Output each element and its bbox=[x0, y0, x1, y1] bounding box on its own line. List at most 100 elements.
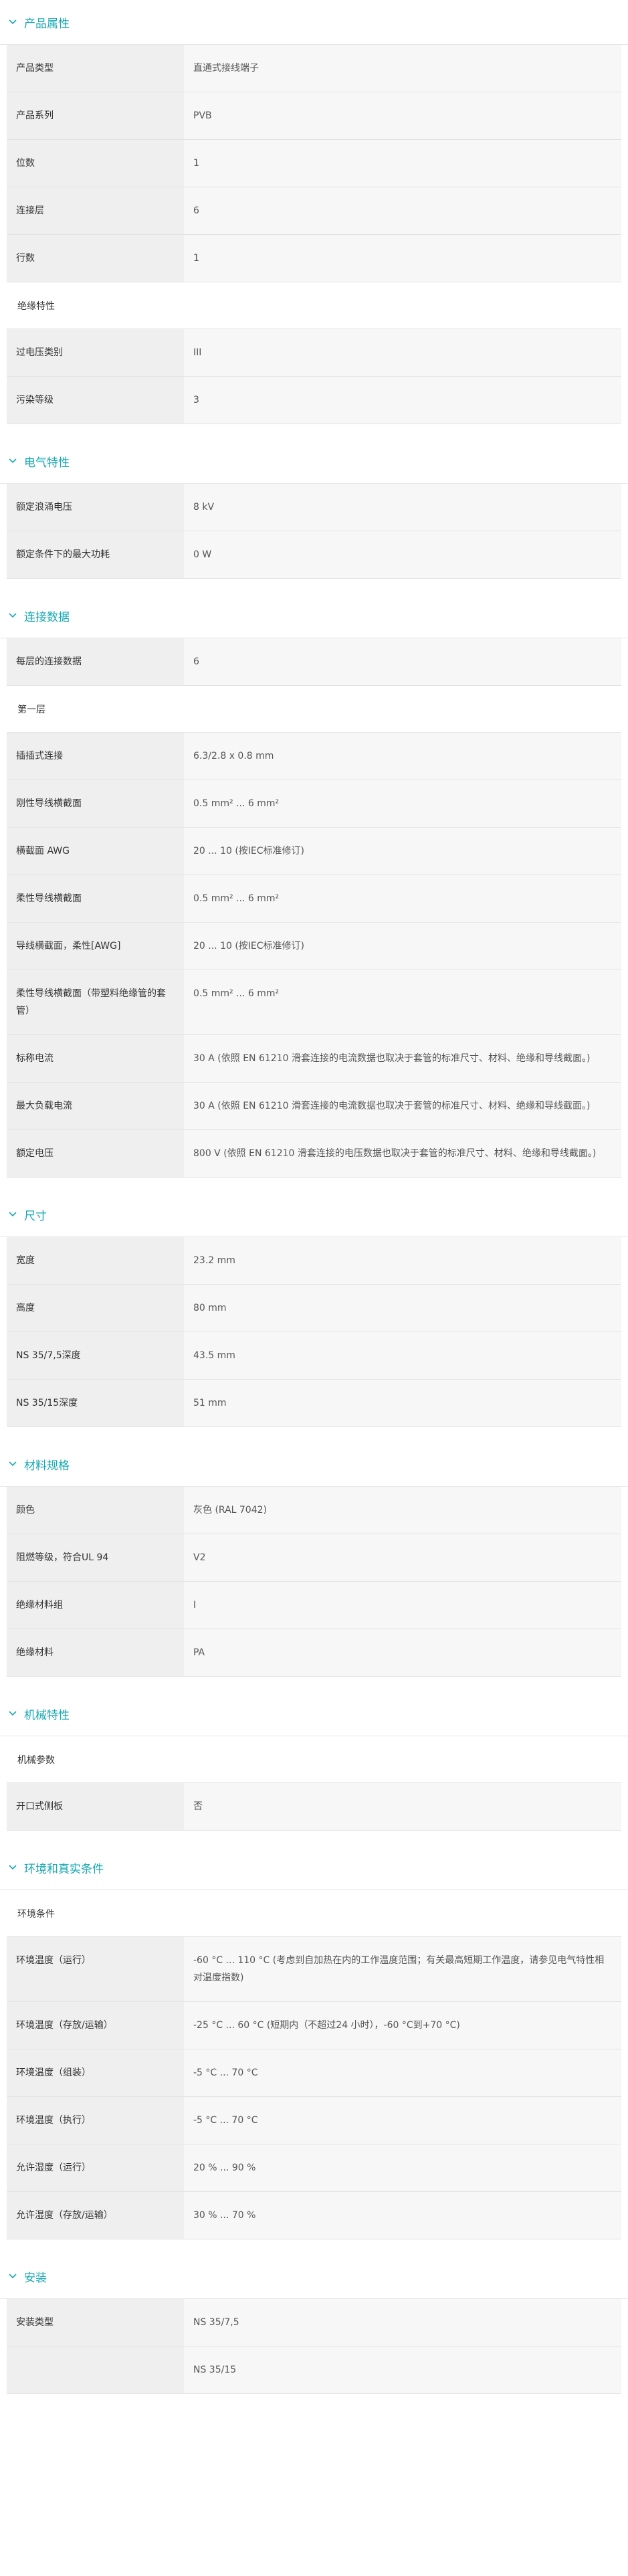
spec-row: 绝缘材料 PA bbox=[7, 1629, 621, 1677]
spec-value: 0.5 mm² ... 6 mm² bbox=[184, 970, 621, 1034]
spec-row: 颜色 灰色 (RAL 7042) bbox=[7, 1487, 621, 1534]
spec-row: 插插式连接 6.3/2.8 x 0.8 mm bbox=[7, 733, 621, 780]
spec-value: 0 W bbox=[184, 531, 621, 578]
subsection-heading: 第一层 bbox=[7, 686, 621, 733]
spec-row: 额定电压 800 V (依照 EN 61210 滑套连接的电压数据也取决于套管的标… bbox=[7, 1130, 621, 1178]
spec-value: 0.5 mm² ... 6 mm² bbox=[184, 780, 621, 827]
spec-value: PVB bbox=[184, 92, 621, 139]
spec-row: 导线横截面，柔性[AWG] 20 ... 10 (按IEC标准修订) bbox=[7, 923, 621, 970]
chevron-down-icon bbox=[7, 1708, 19, 1720]
spec-value: 30 A (依照 EN 61210 滑套连接的电流数据也取决于套管的标准尺寸、材… bbox=[184, 1083, 621, 1129]
spec-label: 每层的连接数据 bbox=[7, 638, 184, 685]
spec-row: 最大负载电流 30 A (依照 EN 61210 滑套连接的电流数据也取决于套管的… bbox=[7, 1083, 621, 1130]
spec-value: I bbox=[184, 1582, 621, 1629]
spec-label: 宽度 bbox=[7, 1237, 184, 1284]
section-header[interactable]: 连接数据 bbox=[0, 593, 628, 638]
spec-label: 柔性导线横截面 bbox=[7, 875, 184, 922]
spec-label: 产品类型 bbox=[7, 45, 184, 92]
spec-label: 环境温度（运行） bbox=[7, 1937, 184, 2001]
spec-value: 80 mm bbox=[184, 1285, 621, 1331]
spec-value: 20 ... 10 (按IEC标准修订) bbox=[184, 923, 621, 970]
spec-value: -60 °C ... 110 °C (考虑到自加热在内的工作温度范围；有关最高短… bbox=[184, 1937, 621, 2001]
section-body: 产品类型 直通式接线端子 产品系列 PVB 位数 1 连接层 6 行数 1 绝缘特性 过电压类别 III… bbox=[0, 45, 628, 424]
spec-label: 产品系列 bbox=[7, 92, 184, 139]
spec-value: 否 bbox=[184, 1783, 621, 1830]
spec-row: 环境温度（组装） -5 °C ... 70 °C bbox=[7, 2049, 621, 2097]
spec-row: 刚性导线横截面 0.5 mm² ... 6 mm² bbox=[7, 780, 621, 828]
section-title: 安装 bbox=[24, 2271, 47, 2285]
section-title: 产品属性 bbox=[24, 17, 70, 31]
spec-value: V2 bbox=[184, 1534, 621, 1581]
spec-row: 位数 1 bbox=[7, 140, 621, 187]
spec-label: 环境温度（执行） bbox=[7, 2097, 184, 2144]
spec-value: 灰色 (RAL 7042) bbox=[184, 1487, 621, 1534]
spec-label: 允许湿度（存放/运输） bbox=[7, 2192, 184, 2239]
subsection-heading: 机械参数 bbox=[7, 1736, 621, 1783]
spec-value: 3 bbox=[184, 377, 621, 424]
section-body: 安装类型 NS 35/7,5 NS 35/15 bbox=[0, 2299, 628, 2394]
spec-row: 污染等级 3 bbox=[7, 377, 621, 424]
spec-label: 插插式连接 bbox=[7, 733, 184, 779]
section-header[interactable]: 环境和真实条件 bbox=[0, 1845, 628, 1890]
spec-label: 连接层 bbox=[7, 187, 184, 234]
spec-value: PA bbox=[184, 1629, 621, 1676]
spec-value: NS 35/7,5 bbox=[184, 2299, 621, 2346]
spec-label: 额定浪涌电压 bbox=[7, 484, 184, 531]
section-body: 每层的连接数据 6 第一层 插插式连接 6.3/2.8 x 0.8 mm 刚性导线横截面 0… bbox=[0, 638, 628, 1178]
spec-row: 绝缘材料组 I bbox=[7, 1582, 621, 1629]
spec-row: 阻燃等级，符合UL 94 V2 bbox=[7, 1534, 621, 1582]
section-body: 机械参数 开口式侧板否 bbox=[0, 1736, 628, 1831]
spec-label: 安装类型 bbox=[7, 2299, 184, 2346]
spec-row: 行数 1 bbox=[7, 235, 621, 282]
spec-page: 产品属性产品类型 直通式接线端子 产品系列 PVB 位数 1 连接层 6 行数 1 绝缘特性 过电压类… bbox=[0, 0, 628, 2409]
section-header[interactable]: 材料规格 bbox=[0, 1442, 628, 1487]
spec-label: 标称电流 bbox=[7, 1035, 184, 1082]
section-header[interactable]: 尺寸 bbox=[0, 1192, 628, 1237]
spec-row: 环境温度（执行） -5 °C ... 70 °C bbox=[7, 2097, 621, 2144]
spec-label: 额定电压 bbox=[7, 1130, 184, 1177]
chevron-down-icon bbox=[7, 1458, 19, 1470]
section-body: 额定浪涌电压 8 kV 额定条件下的最大功耗 0 W bbox=[0, 484, 628, 579]
spec-value: 800 V (依照 EN 61210 滑套连接的电压数据也取决于套管的标准尺寸、… bbox=[184, 1130, 621, 1177]
spec-row: NS 35/7,5深度 43.5 mm bbox=[7, 1332, 621, 1380]
subsection-heading: 环境条件 bbox=[7, 1890, 621, 1937]
spec-row: NS 35/15 bbox=[7, 2347, 621, 2394]
spec-label: NS 35/15深度 bbox=[7, 1380, 184, 1427]
spec-label: 颜色 bbox=[7, 1487, 184, 1534]
spec-row: 额定条件下的最大功耗 0 W bbox=[7, 531, 621, 579]
section-title: 电气特性 bbox=[24, 456, 70, 470]
spec-label: 环境温度（存放/运输） bbox=[7, 2002, 184, 2049]
spec-label: 刚性导线横截面 bbox=[7, 780, 184, 827]
chevron-down-icon bbox=[7, 2270, 19, 2282]
spec-value: 6 bbox=[184, 638, 621, 685]
spec-row: 横截面 AWG 20 ... 10 (按IEC标准修订) bbox=[7, 828, 621, 875]
spec-label: 允许湿度（运行） bbox=[7, 2144, 184, 2191]
spec-value: 20 % ... 90 % bbox=[184, 2144, 621, 2191]
spec-label bbox=[7, 2347, 184, 2393]
spec-value: 20 ... 10 (按IEC标准修订) bbox=[184, 828, 621, 875]
spec-row: NS 35/15深度 51 mm bbox=[7, 1380, 621, 1427]
section-title: 机械特性 bbox=[24, 1708, 70, 1722]
spec-label: 开口式侧板 bbox=[7, 1783, 184, 1830]
spec-row: 环境温度（运行） -60 °C ... 110 °C (考虑到自加热在内的工作温度… bbox=[7, 1937, 621, 2002]
section-title: 尺寸 bbox=[24, 1209, 47, 1223]
spec-label: 高度 bbox=[7, 1285, 184, 1331]
spec-value: III bbox=[184, 329, 621, 376]
spec-row: 允许湿度（运行） 20 % ... 90 % bbox=[7, 2144, 621, 2192]
section-header[interactable]: 机械特性 bbox=[0, 1691, 628, 1736]
spec-row: 柔性导线横截面（带塑料绝缘管的套管） 0.5 mm² ... 6 mm² bbox=[7, 970, 621, 1035]
section-header[interactable]: 电气特性 bbox=[0, 439, 628, 484]
spec-value: -25 °C ... 60 °C (短期内（不超过24 小时），-60 °C到+… bbox=[184, 2002, 621, 2049]
spec-label: 行数 bbox=[7, 235, 184, 282]
spec-label: 横截面 AWG bbox=[7, 828, 184, 875]
section-header[interactable]: 安装 bbox=[0, 2254, 628, 2299]
spec-row: 标称电流 30 A (依照 EN 61210 滑套连接的电流数据也取决于套管的标准… bbox=[7, 1035, 621, 1083]
spec-label: 阻燃等级，符合UL 94 bbox=[7, 1534, 184, 1581]
section-header[interactable]: 产品属性 bbox=[0, 0, 628, 45]
spec-value: -5 °C ... 70 °C bbox=[184, 2049, 621, 2096]
